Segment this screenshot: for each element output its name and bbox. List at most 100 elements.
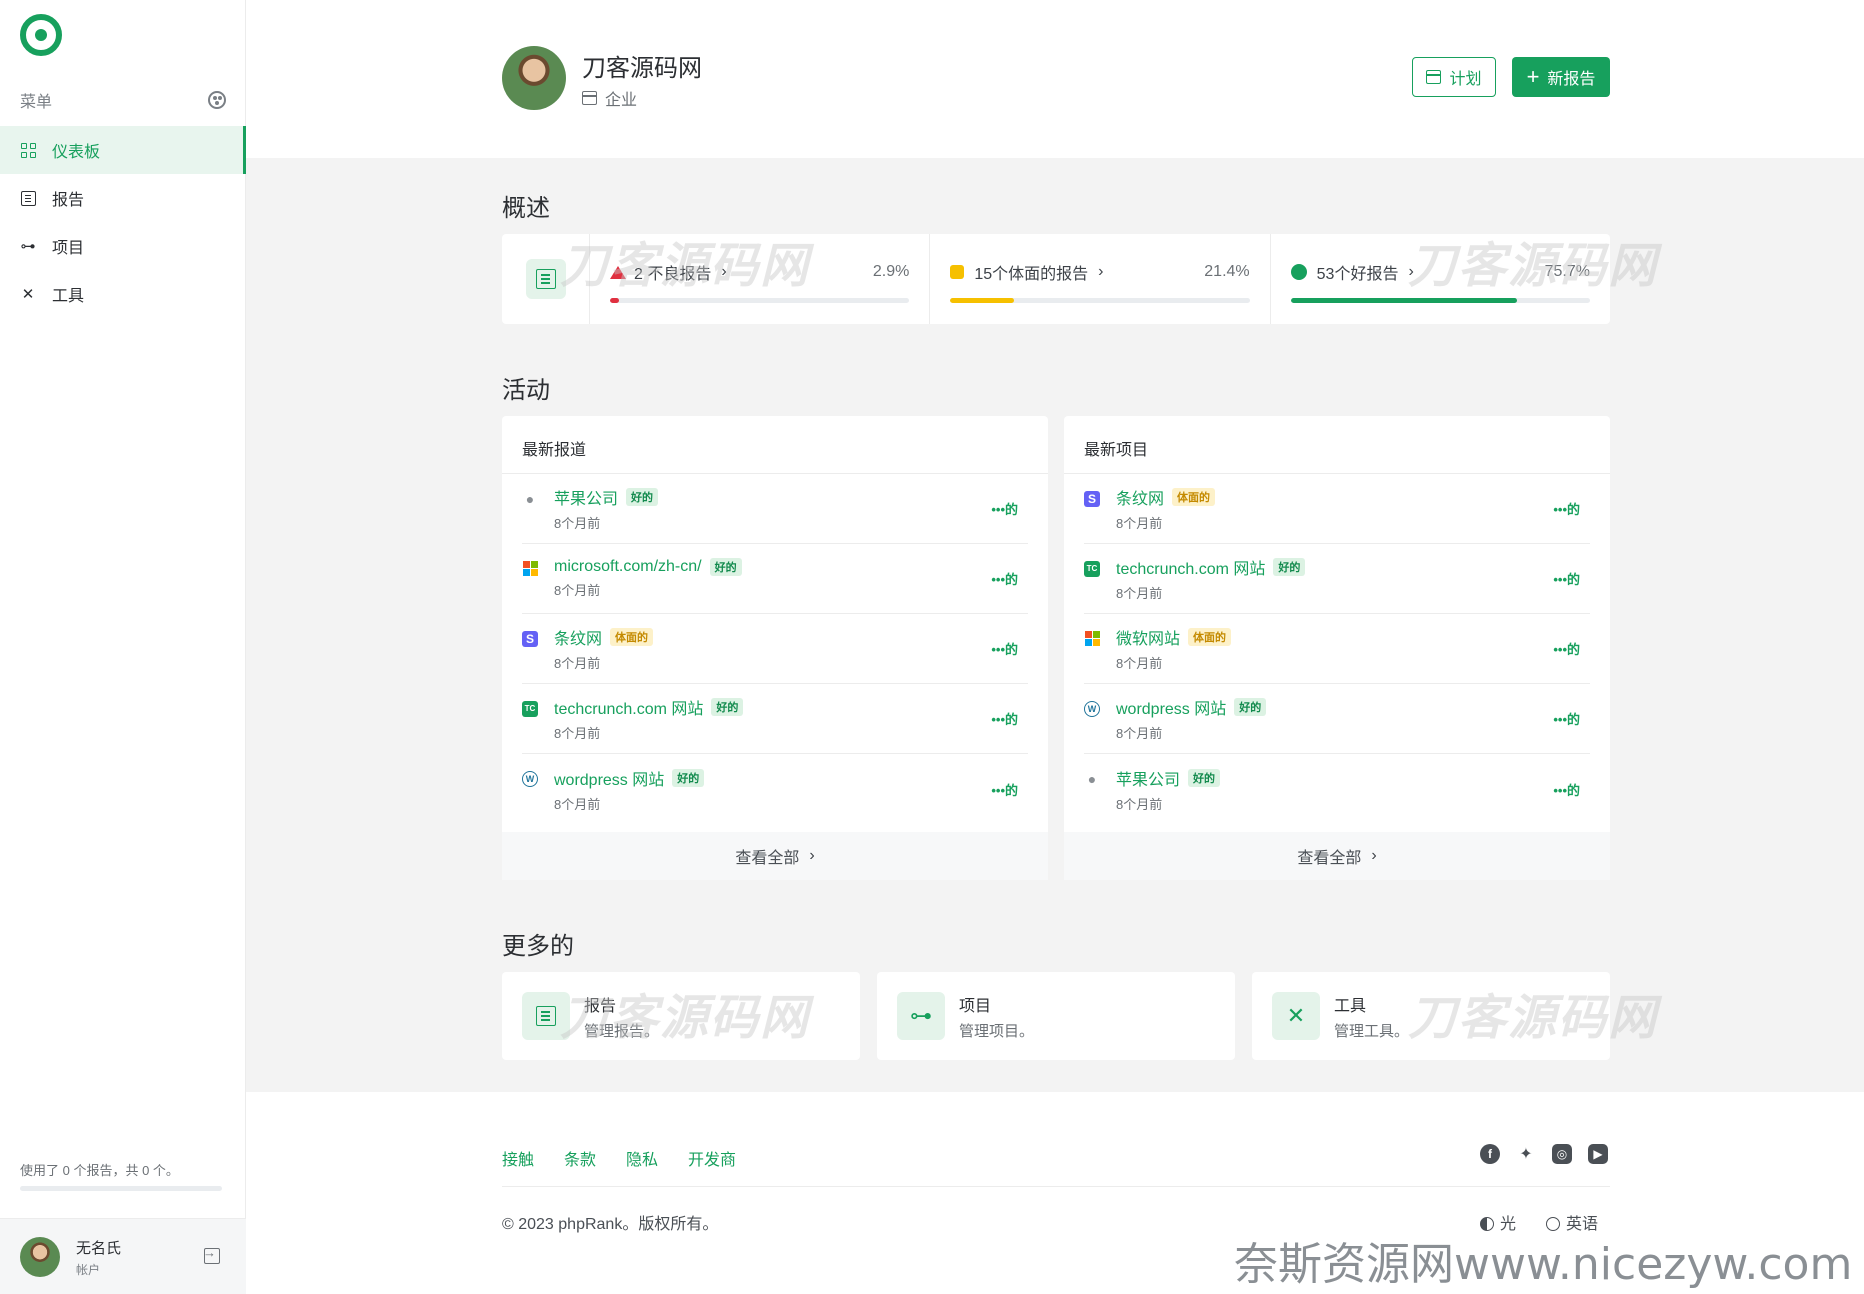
- more-options-button[interactable]: •••的: [1553, 639, 1580, 658]
- sidebar-item-label: 项目: [52, 240, 85, 257]
- list-item-title-row: techcrunch.com 网站 好的: [554, 695, 991, 719]
- footer-link-privacy[interactable]: 隐私: [626, 1146, 658, 1170]
- more-card-tools[interactable]: ✕ 工具 管理工具。: [1252, 972, 1610, 1060]
- reports-icon: [20, 190, 36, 206]
- list-item-link[interactable]: microsoft.com/zh-cn/: [554, 558, 702, 576]
- status-badge: 好的: [709, 558, 742, 576]
- more-options-button[interactable]: •••的: [991, 499, 1018, 518]
- list-item-link[interactable]: techcrunch.com 网站: [554, 695, 703, 719]
- activity-title: 活动: [502, 377, 550, 404]
- stat-percent: 2.9%: [872, 263, 910, 280]
- list-item-time: 8个月前: [1116, 656, 1163, 671]
- list-item-title-row: 条纹网 体面的: [1116, 485, 1553, 509]
- logout-icon[interactable]: [203, 1245, 220, 1264]
- stat-progress-fill: [1290, 298, 1518, 303]
- more-options-button[interactable]: •••的: [991, 569, 1018, 588]
- list-item: TC techcrunch.com 网站 好的 8个月前 •••的: [1084, 544, 1590, 614]
- view-all-label: 查看全部: [735, 850, 800, 867]
- list-item-link[interactable]: 条纹网: [554, 625, 602, 649]
- tools-icon: ✕: [1272, 992, 1320, 1040]
- footer-link-developer[interactable]: 开发商: [688, 1146, 736, 1170]
- more-card-sub: 管理项目。: [959, 1022, 1035, 1040]
- more-options-button[interactable]: •••的: [991, 639, 1018, 658]
- stat-label: 15个体面的报告: [974, 266, 1089, 283]
- warning-triangle-icon: [610, 265, 626, 279]
- view-all-reports-link[interactable]: 查看全部 ›: [502, 832, 1048, 880]
- twitter-icon[interactable]: ✦: [1516, 1144, 1536, 1164]
- list-item-link[interactable]: wordpress 网站: [1116, 695, 1226, 719]
- wordpress-icon: W: [522, 771, 538, 787]
- org-type: 企业: [582, 86, 637, 110]
- facebook-icon[interactable]: f: [1480, 1144, 1500, 1164]
- list-item: S 条纹网 体面的 8个月前 •••的: [522, 614, 1028, 684]
- avatar: [20, 1237, 60, 1277]
- more-options-button[interactable]: •••的: [991, 709, 1018, 728]
- more-options-button[interactable]: •••的: [991, 780, 1018, 799]
- panel-title: 最新项目: [1064, 416, 1610, 474]
- sidebar-item-tools[interactable]: ✕ 工具: [0, 270, 246, 318]
- more-options-button[interactable]: •••的: [1553, 569, 1580, 588]
- list-item-title-row: 苹果公司 好的: [554, 485, 991, 509]
- view-all-projects-link[interactable]: 查看全部 ›: [1064, 832, 1610, 880]
- microsoft-icon: [1084, 630, 1100, 647]
- instagram-icon[interactable]: ◎: [1552, 1144, 1572, 1164]
- plan-button[interactable]: 计划: [1412, 57, 1496, 97]
- panel-title: 最新报道: [502, 416, 1048, 474]
- more-title: 更多的: [502, 933, 574, 960]
- list-item: ● 苹果公司 好的 8个月前 •••的: [522, 474, 1028, 544]
- list-item-main: 条纹网 体面的 8个月前: [1116, 485, 1553, 532]
- projects-icon: ⊶: [897, 992, 945, 1040]
- stat-good[interactable]: 53个好报告 › 75.7%: [1271, 234, 1610, 324]
- more-options-button[interactable]: •••的: [1553, 709, 1580, 728]
- logo-icon[interactable]: [20, 14, 62, 56]
- view-all-label: 查看全部: [1297, 850, 1362, 867]
- status-badge: 体面的: [1188, 628, 1232, 646]
- list-item-title-row: techcrunch.com 网站 好的: [1116, 555, 1553, 579]
- apple-icon: ●: [525, 490, 535, 507]
- more-options-button[interactable]: •••的: [1553, 780, 1580, 799]
- techcrunch-icon: TC: [1084, 560, 1100, 577]
- plan-button-label: 计划: [1449, 71, 1482, 88]
- footer-divider: [502, 1186, 1610, 1187]
- list-item-link[interactable]: wordpress 网站: [554, 766, 664, 790]
- list-item-link[interactable]: 苹果公司: [1116, 766, 1180, 790]
- list-item-title-row: wordpress 网站 好的: [1116, 695, 1553, 719]
- palette-icon[interactable]: [208, 91, 226, 109]
- sidebar-item-dashboard[interactable]: 仪表板: [0, 126, 246, 174]
- user-account[interactable]: 无名氏 帐户: [0, 1218, 246, 1294]
- user-sub: 帐户: [76, 1263, 101, 1277]
- list-item: ● 苹果公司 好的 8个月前 •••的: [1084, 754, 1590, 824]
- stat-progress-bar: [1290, 298, 1590, 303]
- more-card-reports[interactable]: 报告 管理报告。: [502, 972, 860, 1060]
- status-badge: 好的: [711, 698, 744, 716]
- sidebar-item-reports[interactable]: 报告: [0, 174, 246, 222]
- list-item-time: 8个月前: [554, 516, 601, 531]
- list-item-link[interactable]: 条纹网: [1116, 485, 1164, 509]
- list-item-main: techcrunch.com 网站 好的 8个月前: [554, 695, 991, 742]
- list-item-link[interactable]: techcrunch.com 网站: [1116, 555, 1265, 579]
- latest-reports-panel: 最新报道 ● 苹果公司 好的 8个月前 •••的 microsoft.com/zh-cn/…: [502, 416, 1048, 880]
- footer-link-terms[interactable]: 条款: [564, 1146, 596, 1170]
- sidebar-item-projects[interactable]: ⊶ 项目: [0, 222, 246, 270]
- sidebar-item-label: 工具: [52, 288, 85, 305]
- stat-decent[interactable]: 15个体面的报告 › 21.4%: [930, 234, 1271, 324]
- list-item: Wwordpress 网站 好的 8个月前 •••的: [1084, 684, 1590, 754]
- footer-link-contact[interactable]: 接触: [502, 1146, 534, 1170]
- list-item: S 条纹网 体面的 8个月前 •••的: [1084, 474, 1590, 544]
- list-item: TC techcrunch.com 网站 好的 8个月前 •••的: [522, 684, 1028, 754]
- overview-title: 概述: [502, 195, 550, 222]
- more-card-projects[interactable]: ⊶ 项目 管理项目。: [877, 972, 1235, 1060]
- chevron-right-icon: ›: [721, 263, 727, 280]
- page-header: [246, 0, 1864, 158]
- sidebar-item-label: 仪表板: [52, 144, 101, 161]
- list-item-time: 8个月前: [554, 726, 601, 741]
- more-card-title: 报告: [584, 997, 617, 1015]
- new-report-button[interactable]: + 新报告: [1512, 57, 1610, 97]
- list-item-link[interactable]: 微软网站: [1116, 625, 1180, 649]
- list-item-main: 微软网站 体面的 8个月前: [1116, 625, 1553, 672]
- youtube-icon[interactable]: ▶: [1588, 1144, 1608, 1164]
- stat-bad[interactable]: 2 不良报告 › 2.9%: [590, 234, 931, 324]
- usage-progress-bar: [20, 1186, 222, 1191]
- list-item-link[interactable]: 苹果公司: [554, 485, 618, 509]
- more-options-button[interactable]: •••的: [1553, 499, 1580, 518]
